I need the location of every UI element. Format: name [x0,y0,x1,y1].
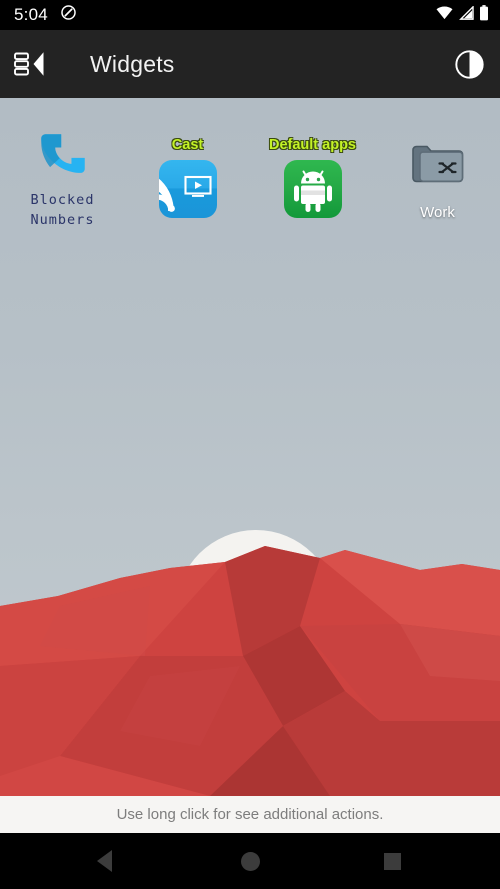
back-triangle-icon [96,850,112,872]
hint-text: Use long click for see additional action… [116,806,384,823]
hint-bar: Use long click for see additional action… [0,796,500,833]
cast-icon [157,158,219,220]
home-circle-icon [240,851,260,871]
widget-label-line2: Numbers [30,212,95,228]
widget-grid: Blocked Numbers Cast Default apps Work [0,98,500,258]
app-bar: Widgets [0,30,500,98]
phone-handset-icon [32,125,94,187]
system-navigation-bar [0,833,500,889]
android-robot-icon [282,158,344,220]
widget-label-work: Work [420,204,455,221]
widget-work-folder[interactable]: Work [375,98,500,258]
nav-up-button[interactable] [0,30,62,98]
widget-blocked-numbers[interactable]: Blocked Numbers [0,98,125,258]
nav-recents-button[interactable] [352,833,432,889]
wallpaper-mountains [0,546,500,796]
status-clock: 5:04 [14,5,48,24]
status-left-icon-group [60,4,77,26]
list-back-icon [14,52,44,76]
wifi-icon [436,6,453,25]
contrast-button[interactable] [438,30,500,98]
battery-icon [479,4,489,26]
widget-label-cast: Cast [171,136,204,153]
widget-label-default-apps: Default apps [268,136,356,153]
phone-screen: 5:04 Widgets Blocked Numbers Cast Defaul… [0,0,500,889]
status-bar: 5:04 [0,0,500,30]
widget-default-apps[interactable]: Default apps [250,98,375,258]
nav-home-button[interactable] [210,833,290,889]
work-folder-icon [407,135,469,197]
do-not-disturb-icon [60,4,77,26]
status-right-icon-group [436,4,489,26]
widget-label-blocked-numbers: Blocked Numbers [31,191,95,230]
page-title: Widgets [90,50,175,77]
wallpaper-scene [0,530,500,796]
contrast-icon [454,49,484,79]
widget-label-line1: Blocked [30,192,95,209]
cellular-signal-icon [458,4,474,25]
nav-back-button[interactable] [64,833,144,889]
widget-cast[interactable]: Cast [125,98,250,258]
recents-square-icon [383,852,401,870]
